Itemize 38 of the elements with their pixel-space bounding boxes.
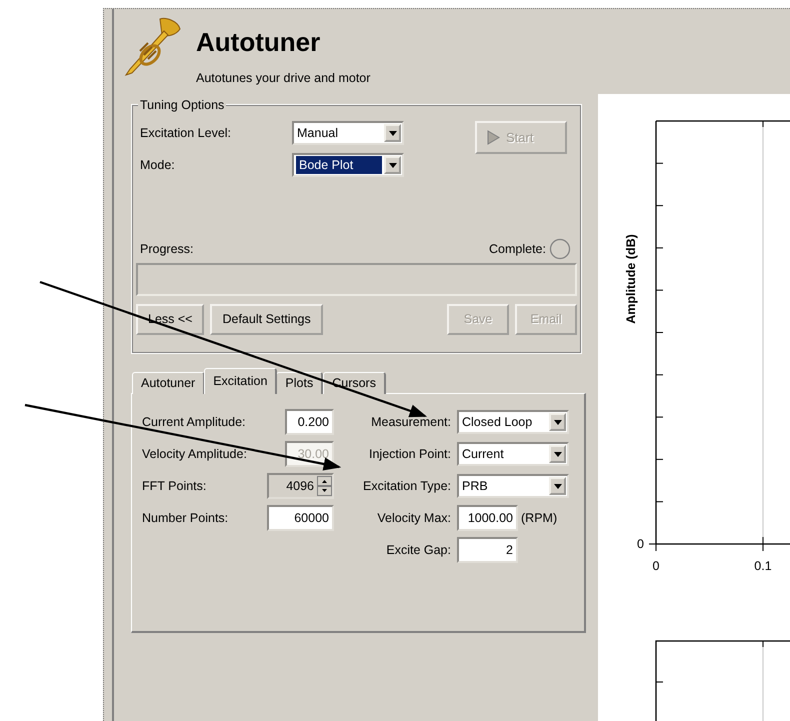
field-label: Excitation Type:: [362, 478, 452, 495]
y-tick-label: 0: [637, 537, 644, 551]
field-label: Excite Gap:: [385, 542, 452, 559]
x-tick-label: 0.1: [754, 559, 772, 573]
dropdown[interactable]: Manual: [292, 121, 404, 145]
tab[interactable]: Excitation: [204, 368, 278, 394]
dropdown[interactable]: Bode Plot: [292, 153, 404, 177]
app-subtitle: Autotunes your drive and motor: [196, 70, 370, 87]
number-spinner[interactable]: 4096: [267, 473, 334, 499]
field-label: Current Amplitude:: [142, 414, 246, 431]
tab[interactable]: Autotuner: [132, 372, 206, 394]
field-label: Measurement:: [370, 414, 452, 431]
status-circle-icon: [549, 238, 571, 260]
text-field[interactable]: 0.200: [285, 409, 334, 435]
text-field[interactable]: 60000: [267, 505, 334, 531]
text-field[interactable]: 1000.00: [457, 505, 518, 531]
field-label: Number Points:: [142, 510, 228, 527]
field-label: FFT Points:: [142, 478, 206, 495]
field-label: Mode:: [140, 156, 176, 174]
dropdown[interactable]: Closed Loop: [457, 410, 569, 434]
app-title: Autotuner: [196, 29, 322, 55]
unit-label: (RPM): [521, 510, 558, 527]
field-label: Excitation Level:: [140, 124, 232, 142]
progress-label: Progress:: [140, 240, 194, 258]
dropdown[interactable]: Current: [457, 442, 569, 466]
x-tick-label: 0: [652, 559, 660, 573]
spinner-arrows-icon: [317, 476, 332, 496]
button[interactable]: Default Settings: [210, 304, 323, 335]
y-axis-title: Amplitude (dB): [624, 234, 638, 324]
text-field[interactable]: 2: [457, 537, 518, 563]
complete-label: Complete:: [489, 240, 546, 258]
field-label: Injection Point:: [368, 446, 452, 463]
field-label: Velocity Max:: [376, 510, 452, 527]
dropdown[interactable]: PRB: [457, 474, 569, 498]
play-icon: [487, 130, 500, 145]
tab[interactable]: Cursors: [323, 372, 386, 394]
field-label: Velocity Amplitude:: [142, 446, 247, 463]
tab[interactable]: Plots: [276, 372, 324, 394]
